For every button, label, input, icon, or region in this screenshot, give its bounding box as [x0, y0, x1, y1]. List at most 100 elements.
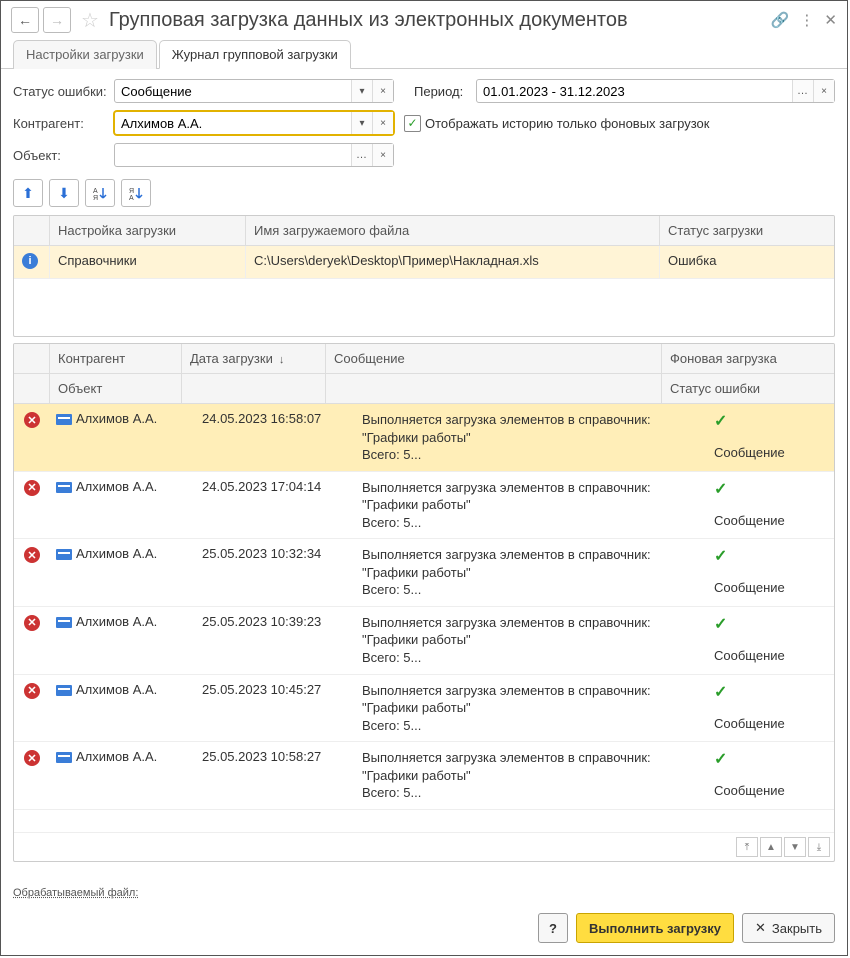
detail-date: 25.05.2023 10:32:34: [194, 539, 354, 606]
tab-journal[interactable]: Журнал групповой загрузки: [159, 40, 351, 69]
link-icon[interactable]: 🔗: [771, 11, 790, 29]
t1-cell-filename: C:\Users\deryek\Desktop\Пример\Накладная…: [246, 246, 660, 278]
detail-status: Сообщение: [714, 648, 826, 663]
svg-text:Я: Я: [129, 188, 134, 195]
error-icon: ✕: [24, 683, 40, 699]
detail-message: Выполняется загрузка элементов в справоч…: [354, 675, 706, 742]
forward-button[interactable]: →: [43, 7, 71, 33]
check-icon: ✓: [714, 411, 826, 431]
more-icon[interactable]: ⋮: [799, 11, 814, 29]
detail-status: Сообщение: [714, 783, 826, 798]
period-select-icon[interactable]: …: [792, 80, 813, 102]
close-button[interactable]: ✕ Закрыть: [742, 913, 835, 943]
card-icon: [56, 482, 72, 493]
t2-header-contractor[interactable]: Контрагент: [50, 344, 182, 373]
detail-contractor: Алхимов А.А.: [76, 749, 157, 764]
object-input[interactable]: [115, 144, 351, 166]
svg-text:А: А: [129, 195, 134, 201]
nav-last-button[interactable]: ⤓: [808, 837, 830, 857]
nav-up-button[interactable]: ▲: [760, 837, 782, 857]
sort-desc-button[interactable]: ЯА: [121, 179, 151, 207]
card-icon: [56, 685, 72, 696]
move-down-button[interactable]: ⬇: [49, 179, 79, 207]
t1-header-setting[interactable]: Настройка загрузки: [50, 216, 246, 245]
error-icon: ✕: [24, 750, 40, 766]
check-icon: ✓: [714, 682, 826, 702]
detail-date: 24.05.2023 17:04:14: [194, 472, 354, 539]
tab-settings[interactable]: Настройки загрузки: [13, 40, 157, 69]
contractor-clear-icon[interactable]: ×: [372, 112, 393, 134]
contractor-combo[interactable]: ▾ ×: [114, 111, 394, 135]
status-clear-icon[interactable]: ×: [372, 80, 393, 102]
error-icon: ✕: [24, 412, 40, 428]
detail-contractor: Алхимов А.А.: [76, 614, 157, 629]
t1-header-status[interactable]: Статус загрузки: [660, 216, 834, 245]
t2-header-err-status[interactable]: Статус ошибки: [662, 374, 834, 403]
status-dropdown-icon[interactable]: ▾: [351, 80, 372, 102]
t1-cell-setting: Справочники: [50, 246, 246, 278]
detail-contractor: Алхимов А.А.: [76, 411, 157, 426]
detail-row[interactable]: ✕Алхимов А.А.24.05.2023 16:58:07Выполняе…: [14, 404, 834, 472]
period-combo[interactable]: … ×: [476, 79, 835, 103]
detail-contractor: Алхимов А.А.: [76, 546, 157, 561]
status-label: Статус ошибки:: [13, 84, 108, 99]
contractor-dropdown-icon[interactable]: ▾: [351, 112, 372, 134]
detail-row[interactable]: ✕ Алхимов А.А. 25.05.2023 10:39:23Выполняе…: [14, 607, 834, 675]
background-checkbox[interactable]: ✓: [404, 115, 421, 132]
object-clear-icon[interactable]: ×: [372, 144, 393, 166]
processed-file-link[interactable]: Обрабатываемый файл:: [13, 887, 138, 899]
status-combo[interactable]: ▾ ×: [114, 79, 394, 103]
object-label: Объект:: [13, 148, 108, 163]
check-icon: ✓: [714, 479, 826, 499]
page-title: Групповая загрузка данных из электронных…: [109, 9, 767, 32]
status-input[interactable]: [115, 80, 351, 102]
execute-button[interactable]: Выполнить загрузку: [576, 913, 734, 943]
sort-asc-button[interactable]: АЯ: [85, 179, 115, 207]
error-icon: ✕: [24, 480, 40, 496]
move-up-button[interactable]: ⬆: [13, 179, 43, 207]
object-combo[interactable]: … ×: [114, 143, 394, 167]
error-icon: ✕: [24, 615, 40, 631]
sort-indicator-icon: ↓: [279, 354, 285, 366]
close-x-icon: ✕: [755, 920, 766, 936]
detail-row[interactable]: ✕Алхимов А.А.25.05.2023 10:32:34Выполняе…: [14, 539, 834, 607]
detail-message: Выполняется загрузка элементов в справоч…: [354, 607, 706, 674]
t2-header-background[interactable]: Фоновая загрузка: [662, 344, 834, 373]
t1-row[interactable]: i Справочники C:\Users\deryek\Desktop\Пр…: [14, 246, 834, 279]
card-icon: [56, 549, 72, 560]
nav-down-button[interactable]: ▼: [784, 837, 806, 857]
contractor-label: Контрагент:: [13, 116, 108, 131]
info-icon: i: [22, 253, 38, 269]
period-label: Период:: [414, 84, 470, 99]
detail-date: 25.05.2023 10:39:23: [194, 607, 354, 674]
close-icon[interactable]: ✕: [824, 11, 837, 29]
detail-status: Сообщение: [714, 580, 826, 595]
check-icon: ✓: [714, 614, 826, 634]
detail-date: 25.05.2023 10:45:27: [194, 675, 354, 742]
detail-row[interactable]: ✕Алхимов А.А.24.05.2023 17:04:14Выполняе…: [14, 472, 834, 540]
back-button[interactable]: ←: [11, 7, 39, 33]
t2-header-object[interactable]: Объект: [50, 374, 182, 403]
detail-message: Выполняется загрузка элементов в справоч…: [354, 742, 706, 809]
t1-header-filename[interactable]: Имя загружаемого файла: [246, 216, 660, 245]
detail-status: Сообщение: [714, 445, 826, 460]
detail-status: Сообщение: [714, 513, 826, 528]
period-clear-icon[interactable]: ×: [813, 80, 834, 102]
detail-date: 24.05.2023 16:58:07: [194, 404, 354, 471]
background-checkbox-label: Отображать историю только фоновых загруз…: [425, 116, 709, 131]
detail-row[interactable]: ✕Алхимов А.А.25.05.2023 10:58:27Выполняе…: [14, 742, 834, 810]
t1-cell-status: Ошибка: [660, 246, 834, 278]
star-icon[interactable]: ☆: [81, 8, 99, 33]
detail-contractor: Алхимов А.А.: [76, 682, 157, 697]
detail-message: Выполняется загрузка элементов в справоч…: [354, 539, 706, 606]
help-button[interactable]: ?: [538, 913, 568, 943]
contractor-input[interactable]: [115, 112, 351, 134]
detail-status: Сообщение: [714, 716, 826, 731]
detail-row[interactable]: ✕ Алхимов А.А. 25.05.2023 10:45:27Выполняе…: [14, 675, 834, 743]
object-select-icon[interactable]: …: [351, 144, 372, 166]
period-input[interactable]: [477, 80, 792, 102]
nav-first-button[interactable]: ⤒: [736, 837, 758, 857]
svg-text:Я: Я: [93, 195, 98, 201]
t2-header-date[interactable]: Дата загрузки↓: [182, 344, 326, 373]
t2-header-message[interactable]: Сообщение: [326, 344, 662, 373]
